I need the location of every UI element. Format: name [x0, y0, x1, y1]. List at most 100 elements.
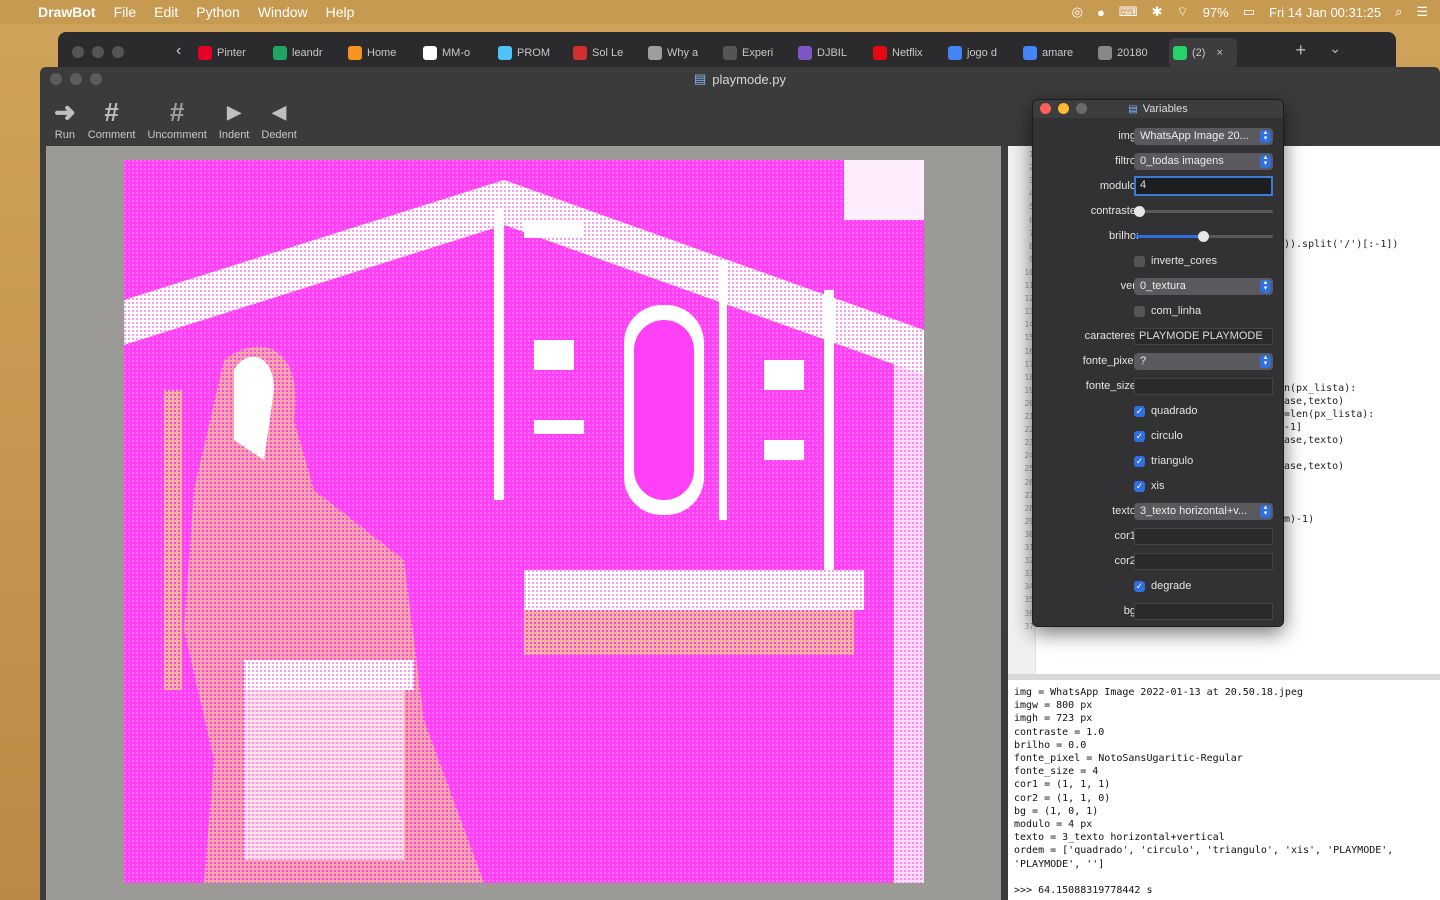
xis-label: xis — [1151, 480, 1165, 492]
dedent-label: Dedent — [261, 129, 297, 141]
brilho-slider[interactable] — [1134, 230, 1273, 242]
fonte-size-field[interactable] — [1134, 377, 1273, 395]
indent-button[interactable]: ▶ Indent — [213, 95, 256, 141]
close-tab-icon[interactable]: × — [1216, 47, 1222, 59]
variables-zoom-button[interactable] — [1076, 103, 1087, 114]
new-tab-plus-icon[interactable]: + — [1295, 40, 1306, 61]
img-popup[interactable]: WhatsApp Image 20... ▴ ▾ — [1134, 127, 1273, 145]
modulo-field[interactable]: 4 — [1134, 176, 1273, 196]
control-center-icon[interactable]: ☰ — [1416, 4, 1428, 20]
bluetooth-icon[interactable]: ✱ — [1152, 4, 1163, 20]
creative-cloud-icon[interactable]: ◎ — [1072, 4, 1083, 20]
line-number: 8 — [1008, 242, 1034, 251]
tabs-back-chevron-icon[interactable]: ‹ — [176, 42, 181, 60]
line-number: 5 — [1008, 202, 1034, 211]
browser-tab[interactable]: Netflix — [869, 46, 944, 60]
spotlight-search-icon[interactable]: ⌕ — [1395, 4, 1402, 20]
cor1-field[interactable] — [1134, 527, 1273, 545]
line-number: 25 — [1024, 464, 1034, 474]
degrade-checkbox[interactable]: ✓ degrade — [1134, 580, 1191, 592]
xis-checkbox[interactable]: ✓ xis — [1134, 480, 1164, 492]
browser-tab[interactable]: MM-o — [419, 46, 494, 60]
tab-list-chevron-down-icon[interactable]: ⌄ — [1329, 40, 1341, 57]
code-line: n(px_lista): — [1284, 382, 1357, 394]
dedent-button[interactable]: ◀ Dedent — [255, 95, 302, 141]
wifi-icon[interactable]: ⌔ — [1176, 4, 1188, 20]
circulo-box: ✓ — [1134, 430, 1145, 442]
browser-tab[interactable]: (2) × — [1169, 38, 1237, 68]
tab-favicon-icon — [1098, 46, 1112, 60]
menu-python[interactable]: Python — [196, 4, 240, 20]
tab-label: Home — [367, 47, 397, 59]
browser-tab[interactable]: Why a — [644, 46, 719, 60]
menu-file[interactable]: File — [114, 4, 137, 20]
triangulo-checkbox[interactable]: ✓ triangulo — [1134, 455, 1193, 467]
browser-tab[interactable]: Sol Le — [569, 46, 644, 60]
menu-edit[interactable]: Edit — [154, 4, 178, 20]
close-window-button[interactable] — [72, 46, 84, 58]
fonte-pixel-label: fonte_pixel: — [1082, 355, 1139, 367]
rendered-artwork — [124, 160, 924, 883]
toolbar: ➜ Run # Comment # Uncomment ▶ Indent ◀ D… — [48, 95, 303, 141]
fonte-pixel-popup[interactable]: ? ▴ ▾ — [1134, 352, 1273, 370]
zoom-button[interactable] — [90, 73, 102, 85]
window-titlebar: ▤ playmode.py — [40, 67, 1440, 91]
console-line: ordem = ['quadrado', 'circulo', 'triangu… — [1014, 845, 1394, 857]
tab-label: Why a — [667, 47, 699, 59]
line-number: 37 — [1024, 621, 1034, 631]
close-button[interactable] — [50, 73, 62, 85]
quadrado-checkbox[interactable]: ✓ quadrado — [1134, 405, 1198, 417]
menu-app-name[interactable]: DrawBot — [38, 4, 96, 20]
inverte-cores-checkbox[interactable]: inverte_cores — [1134, 255, 1217, 267]
ver-popup[interactable]: 0_textura ▴ ▾ — [1134, 277, 1273, 295]
browser-tab[interactable]: jogo d — [944, 46, 1019, 60]
filtro-popup-chevron-icon: ▴ ▾ — [1260, 154, 1271, 168]
zoom-window-button[interactable] — [112, 46, 124, 58]
tab-label: jogo d — [967, 47, 997, 59]
art-column-3 — [824, 290, 834, 600]
line-number: 2 — [1008, 163, 1034, 172]
browser-tab[interactable]: DJBIL — [794, 46, 869, 60]
variables-minimize-button[interactable] — [1058, 103, 1069, 114]
caracteres-field[interactable]: PLAYMODE PLAYMODE — [1134, 327, 1273, 345]
run-button[interactable]: ➜ Run — [48, 95, 82, 141]
minimize-window-button[interactable] — [92, 46, 104, 58]
uncomment-button[interactable]: # Uncomment — [141, 95, 212, 141]
menu-window[interactable]: Window — [258, 4, 308, 20]
brilho-slider-knob[interactable] — [1198, 231, 1209, 242]
comment-button[interactable]: # Comment — [82, 95, 142, 141]
console-line: imgh = 723 px — [1014, 713, 1093, 725]
browser-tab[interactable]: leandr — [269, 46, 344, 60]
tab-label: PROM — [517, 47, 550, 59]
browser-tab[interactable]: Pinter — [194, 46, 269, 60]
com-linha-checkbox[interactable]: com_linha — [1134, 305, 1201, 317]
battery-icon[interactable]: ▭ — [1243, 4, 1255, 20]
browser-tab[interactable]: PROM — [494, 46, 569, 60]
input-source-icon[interactable]: ⌨ — [1119, 4, 1138, 20]
texto-popup[interactable]: 3_texto horizontal+v... ▴ ▾ — [1134, 502, 1273, 520]
cor2-field[interactable] — [1134, 552, 1273, 570]
browser-tab[interactable]: 20180 — [1094, 46, 1169, 60]
code-line: ase,texto) — [1284, 395, 1345, 407]
dedent-triangle-icon: ◀ — [272, 102, 287, 122]
circulo-checkbox[interactable]: ✓ circulo — [1134, 430, 1183, 442]
circle-app-icon[interactable]: ● — [1097, 5, 1105, 20]
bg-field[interactable] — [1134, 602, 1273, 620]
preview-canvas-area[interactable] — [46, 146, 1001, 900]
minimize-button[interactable] — [70, 73, 82, 85]
circulo-row: ✓ circulo — [1033, 426, 1283, 446]
console-line: fonte_size = 4 — [1014, 766, 1099, 778]
output-console: img = WhatsApp Image 2022-01-13 at 20.50… — [1008, 680, 1440, 900]
contraste-slider[interactable] — [1134, 205, 1273, 217]
variables-close-button[interactable] — [1040, 103, 1051, 114]
clock[interactable]: Fri 14 Jan 00:31:25 — [1269, 5, 1381, 20]
browser-tab[interactable]: Experi — [719, 46, 794, 60]
fonte-pixel-value: ? — [1140, 354, 1147, 367]
browser-tab[interactable]: Home — [344, 46, 419, 60]
browser-tab[interactable]: amare — [1019, 46, 1094, 60]
contraste-slider-knob[interactable] — [1134, 206, 1145, 217]
ver-popup-chevron-icon: ▴ ▾ — [1260, 279, 1271, 293]
cor2-row: cor2: — [1033, 551, 1283, 571]
menu-help[interactable]: Help — [326, 4, 355, 20]
filtro-popup[interactable]: 0_todas imagens ▴ ▾ — [1134, 152, 1273, 170]
